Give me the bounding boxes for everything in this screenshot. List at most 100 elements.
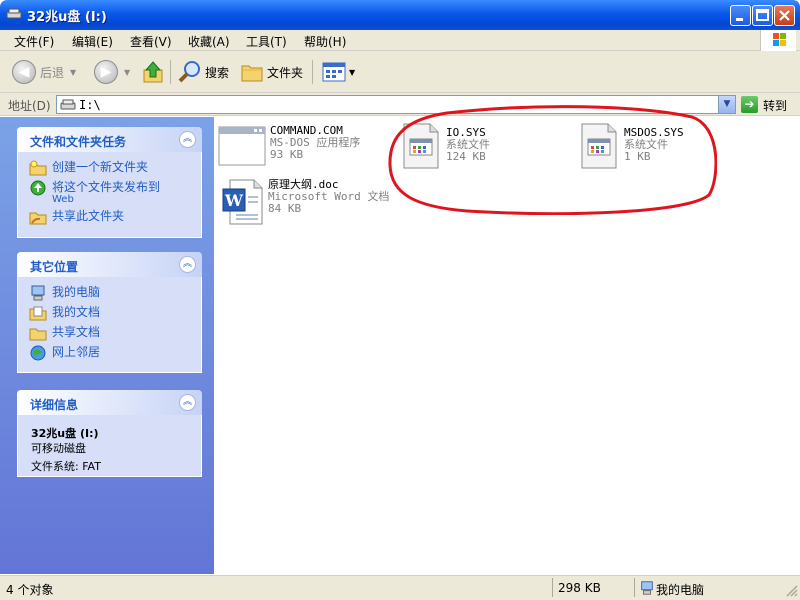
globe-publish-icon: [30, 180, 46, 196]
other-places-panel: 其它位置 ︽ 我的电脑 我的文档 共享文档 网上邻居: [17, 252, 202, 373]
views-dropdown-icon[interactable]: ▼: [349, 68, 355, 77]
file-size: 124 KB: [446, 150, 486, 163]
new-folder-icon: [29, 160, 47, 176]
my-documents-icon: [29, 306, 47, 321]
task-publish-web[interactable]: 将这个文件夹发布到 Web: [18, 178, 201, 207]
detail-filesystem: 文件系统: FAT: [31, 460, 101, 473]
status-bar: 4 个对象 298 KB 我的电脑: [0, 575, 800, 600]
collapse-chevron-icon[interactable]: ︽: [179, 394, 196, 411]
panel-header[interactable]: 其它位置 ︽: [17, 252, 202, 277]
network-globe-icon: [30, 345, 46, 361]
address-value: I:\: [79, 98, 101, 112]
go-arrow-icon[interactable]: ➔: [741, 96, 758, 113]
place-label: 网上邻居: [52, 345, 101, 359]
detail-drive-type: 可移动磁盘: [31, 442, 86, 455]
panel-title: 其它位置: [30, 260, 79, 274]
panel-title: 文件和文件夹任务: [30, 135, 127, 149]
system-file-icon: [403, 123, 439, 169]
menu-favorites[interactable]: 收藏(A): [188, 33, 230, 50]
collapse-chevron-icon[interactable]: ︽: [179, 256, 196, 273]
panel-title: 详细信息: [30, 398, 79, 412]
folder-icon: [241, 65, 263, 82]
shared-documents-icon: [29, 328, 47, 341]
menu-bar: 文件(F) 编辑(E) 查看(V) 收藏(A) 工具(T) 帮助(H): [0, 30, 800, 51]
drive-icon: [6, 8, 22, 19]
word-document-icon: W: [222, 179, 263, 225]
up-folder-icon: [143, 61, 163, 83]
close-button[interactable]: [774, 5, 795, 26]
folders-label: 文件夹: [267, 65, 304, 80]
up-folder-button[interactable]: [142, 59, 164, 85]
toolbar-separator: [312, 60, 313, 84]
views-icon: [322, 62, 346, 82]
place-shared-documents[interactable]: 共享文档: [18, 323, 201, 343]
back-dropdown-icon[interactable]: ▼: [70, 68, 76, 77]
file-item[interactable]: COMMAND.COM MS-DOS 应用程序 93 KB: [218, 125, 360, 167]
status-separator: [552, 578, 553, 597]
task-label: 共享此文件夹: [52, 209, 125, 223]
resize-grip-icon[interactable]: [785, 584, 798, 597]
minimize-button[interactable]: [730, 5, 751, 26]
svg-text:W: W: [224, 191, 244, 210]
system-file-icon: [581, 123, 617, 169]
toolbar-separator: [170, 60, 171, 84]
address-bar: 地址(D) I:\ ▼ ➔ 转到: [0, 93, 800, 116]
application-window-icon: [218, 126, 266, 166]
detail-drive-name: 32兆u盘 (I:): [31, 427, 99, 440]
address-label: 地址(D): [8, 99, 51, 113]
forward-dropdown-icon[interactable]: ▼: [124, 68, 130, 77]
window-title: 32兆u盘 (I:): [27, 10, 107, 25]
address-dropdown-icon[interactable]: ▼: [718, 96, 735, 113]
task-new-folder[interactable]: 创建一个新文件夹: [18, 158, 201, 178]
back-button[interactable]: ◀ 后退 ▼: [12, 59, 76, 85]
place-label: 我的电脑: [52, 285, 101, 299]
place-label: 共享文档: [52, 325, 101, 339]
maximize-button[interactable]: [752, 5, 773, 26]
windows-logo-icon: [760, 30, 796, 51]
share-folder-icon: [29, 212, 47, 225]
task-pane: 文件和文件夹任务 ︽ 创建一个新文件夹 将这个文件夹发布到 Web 共享此文件夹 …: [0, 117, 214, 574]
address-input[interactable]: I:\ ▼: [56, 95, 736, 114]
status-separator: [634, 578, 635, 597]
menu-edit[interactable]: 编辑(E): [72, 33, 113, 50]
menu-tools[interactable]: 工具(T): [246, 33, 287, 50]
search-icon: [178, 61, 200, 83]
views-button[interactable]: ▼: [322, 59, 355, 85]
back-label: 后退: [40, 65, 65, 80]
panel-header[interactable]: 文件和文件夹任务 ︽: [17, 127, 202, 152]
folders-button[interactable]: 文件夹: [240, 59, 303, 85]
status-size: 298 KB: [558, 581, 601, 595]
forward-arrow-icon: ▶: [94, 60, 118, 84]
go-button[interactable]: 转到: [763, 97, 787, 114]
panel-header[interactable]: 详细信息 ︽: [17, 390, 202, 415]
title-bar[interactable]: 32兆u盘 (I:): [0, 0, 800, 30]
place-my-computer[interactable]: 我的电脑: [18, 283, 201, 303]
place-my-documents[interactable]: 我的文档: [18, 303, 201, 323]
file-item[interactable]: IO.SYS 系统文件 124 KB: [400, 123, 490, 169]
status-location: 我的电脑: [656, 583, 705, 597]
file-view[interactable]: COMMAND.COM MS-DOS 应用程序 93 KB IO.SYS 系统文…: [214, 117, 800, 574]
task-share-folder[interactable]: 共享此文件夹: [18, 207, 201, 227]
task-label: 创建一个新文件夹: [52, 160, 149, 174]
status-object-count: 4 个对象: [6, 583, 54, 597]
toolbar: ◀ 后退 ▼ ▶ ▼ 搜索 文件夹 ▼: [0, 51, 800, 93]
file-size: 1 KB: [624, 150, 651, 163]
menu-file[interactable]: 文件(F): [14, 33, 54, 50]
file-item[interactable]: W 原理大纲.doc Microsoft Word 文档 84 KB: [222, 179, 389, 225]
place-network[interactable]: 网上邻居: [18, 343, 201, 363]
menu-help[interactable]: 帮助(H): [304, 33, 346, 50]
menu-view[interactable]: 查看(V): [130, 33, 172, 50]
file-item[interactable]: MSDOS.SYS 系统文件 1 KB: [578, 123, 684, 169]
search-button[interactable]: 搜索: [178, 59, 229, 85]
forward-button[interactable]: ▶ ▼: [94, 59, 130, 85]
file-folder-tasks-panel: 文件和文件夹任务 ︽ 创建一个新文件夹 将这个文件夹发布到 Web 共享此文件夹: [17, 127, 202, 238]
file-size: 93 KB: [270, 148, 304, 161]
place-label: 我的文档: [52, 305, 101, 319]
task-label: 将这个文件夹发布到: [52, 180, 161, 194]
file-size: 84 KB: [268, 202, 302, 215]
search-label: 搜索: [205, 65, 230, 80]
close-icon: [779, 10, 790, 21]
details-panel: 详细信息 ︽ 32兆u盘 (I:) 可移动磁盘 文件系统: FAT: [17, 390, 202, 477]
collapse-chevron-icon[interactable]: ︽: [179, 131, 196, 148]
task-sublabel: Web: [52, 194, 74, 205]
